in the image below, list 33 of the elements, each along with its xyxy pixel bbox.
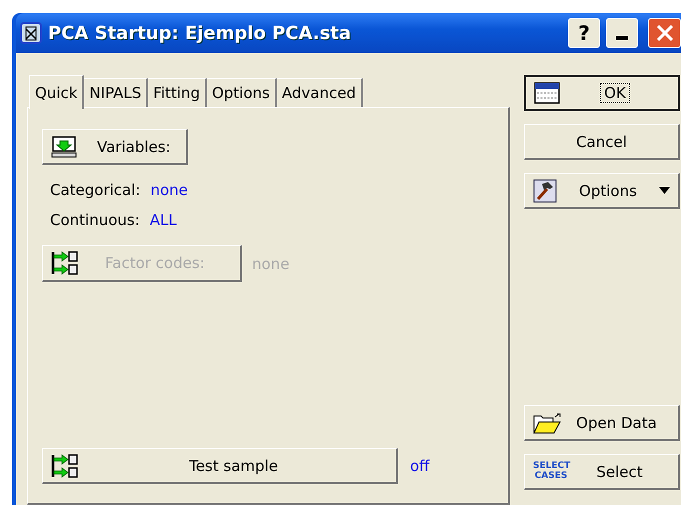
minimize-icon	[616, 36, 628, 40]
factor-codes-value: none	[252, 254, 290, 272]
tab[interactable]: Options	[206, 78, 277, 107]
arrows-grid-icon	[51, 250, 79, 276]
hammer-icon	[533, 178, 557, 202]
grid-icon	[534, 82, 560, 104]
field-label: Continuous:	[50, 211, 140, 229]
select-cases-label: SELECT CASES	[533, 462, 569, 481]
window-title: PCA Startup: Ejemplo PCA.sta	[48, 22, 352, 44]
test-sample-value: off	[410, 457, 430, 475]
tab[interactable]: Fitting	[148, 78, 207, 107]
variables-button[interactable]: Variables:	[42, 129, 188, 165]
field-label: Categorical:	[50, 181, 140, 199]
dropdown-caret-icon	[659, 187, 670, 194]
tab[interactable]: Quick	[29, 75, 84, 109]
ok-button[interactable]: OK	[524, 75, 680, 111]
tab[interactable]: Advanced	[276, 78, 363, 107]
test-sample-button[interactable]: Test sample	[42, 448, 398, 484]
cancel-button[interactable]: Cancel	[524, 124, 680, 160]
close-button[interactable]	[648, 18, 681, 48]
download-icon	[51, 136, 77, 158]
field-value: ALL	[150, 211, 177, 229]
arrows-grid-icon	[51, 452, 79, 478]
select-button[interactable]: SELECT CASES Select	[524, 454, 680, 490]
tab[interactable]: NIPALS	[84, 78, 148, 107]
open-button[interactable]: Open Data	[524, 405, 680, 441]
options-button[interactable]: Options	[524, 173, 680, 209]
minimize-button[interactable]	[606, 18, 638, 48]
help-button[interactable]: ?	[568, 18, 600, 48]
close-icon	[656, 25, 672, 41]
app-icon	[20, 21, 44, 45]
folder-icon	[533, 412, 563, 434]
field-value: none	[150, 181, 188, 199]
